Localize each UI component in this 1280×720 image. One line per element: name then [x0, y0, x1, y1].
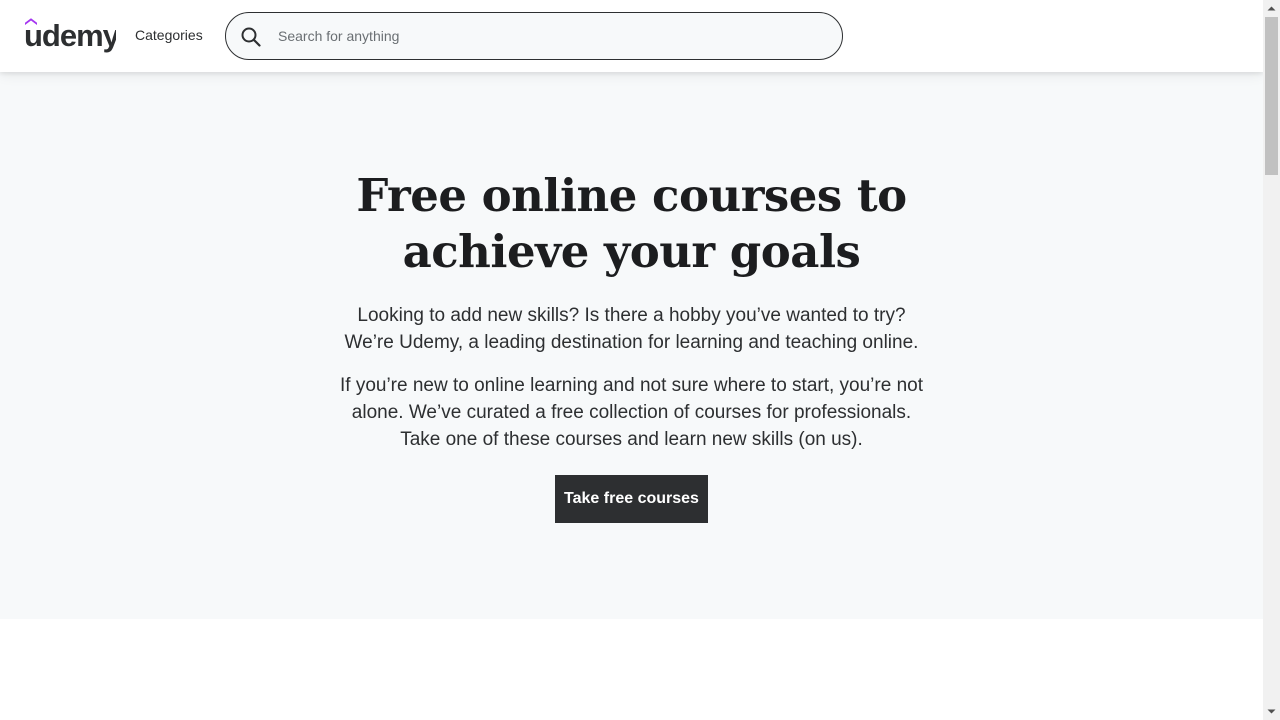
udemy-logo[interactable]: udemy: [24, 16, 116, 54]
hero-intro-text: Looking to add new skills? Is there a ho…: [344, 305, 919, 353]
hero-title-line1: Free online courses to: [356, 169, 907, 222]
scrollbar-thumb[interactable]: [1265, 17, 1278, 175]
search-icon[interactable]: [240, 26, 262, 48]
search-bar[interactable]: [225, 12, 843, 60]
vertical-scrollbar[interactable]: [1263, 0, 1280, 720]
chevron-down-icon[interactable]: [1263, 703, 1280, 720]
hero-section: Free online courses to achieve your goal…: [0, 72, 1263, 619]
hero-title-line2: achieve your goals: [402, 225, 861, 278]
search-input[interactable]: [278, 14, 828, 58]
top-header: udemy Categories: [0, 0, 1263, 72]
hero-title: Free online courses to achieve your goal…: [0, 168, 1263, 280]
logo-wordmark: udemy: [24, 18, 116, 53]
page: udemy Categories Free online courses to …: [0, 0, 1263, 720]
categories-menu[interactable]: Categories: [135, 27, 203, 43]
chevron-up-icon[interactable]: [1263, 0, 1280, 17]
udemy-logo-mark: udemy: [24, 18, 116, 53]
take-free-courses-button[interactable]: Take free courses: [555, 475, 708, 523]
hero-description-text: If you’re new to online learning and not…: [339, 375, 923, 450]
